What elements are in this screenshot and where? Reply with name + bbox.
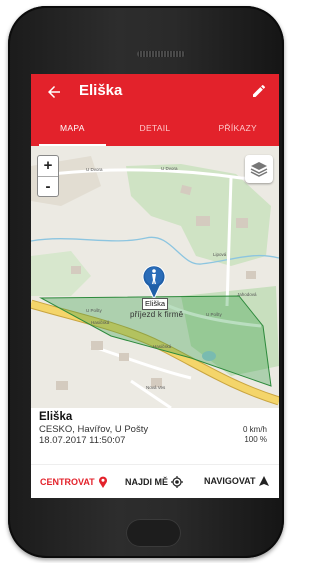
center-label: CENTROVAT	[40, 477, 95, 487]
back-arrow-icon[interactable]	[45, 83, 63, 101]
tab-mapa[interactable]: MAPA	[31, 114, 114, 146]
street-label: Lipová	[213, 252, 227, 257]
zoom-controls: + -	[37, 155, 59, 197]
center-button[interactable]: CENTROVAT	[40, 476, 108, 488]
edit-pencil-icon[interactable]	[251, 83, 267, 99]
street-label: U Pošty	[206, 312, 223, 317]
street-label: U Dvora	[161, 166, 178, 171]
street-label: Nová Ves	[146, 385, 166, 390]
layers-icon	[250, 162, 268, 177]
map-marker-icon	[98, 476, 107, 488]
device-speed: 0 km/h	[242, 425, 267, 434]
device-battery: 100 %	[244, 435, 267, 444]
map-view[interactable]: U Dvora U Dvora U Pošty U Pošty Hasičská…	[31, 146, 279, 408]
navigation-arrow-icon	[258, 476, 269, 486]
find-me-label: NAJDI MĚ	[125, 477, 169, 487]
crosshair-icon	[171, 476, 184, 488]
app-screen: Eliška MAPA DETAIL PŘÍKAZY U Dvora U Dvo…	[31, 74, 279, 498]
tab-bar: MAPA DETAIL PŘÍKAZY	[31, 114, 279, 146]
geofence-label: příjezd k firmě	[130, 310, 184, 319]
pin-label: Eliška	[142, 298, 169, 310]
street-label: Hasičská	[153, 344, 172, 349]
location-pin-icon[interactable]	[141, 264, 167, 300]
home-button[interactable]	[126, 519, 181, 547]
device-name: Eliška	[39, 411, 73, 423]
device-info-panel: Eliška CESKO, Havířov, U Pošty 18.07.201…	[31, 408, 279, 464]
action-bar: CENTROVAT NAJDI MĚ NAVIGOVAT	[31, 464, 279, 498]
zoom-out-button[interactable]: -	[38, 177, 58, 197]
speaker-grille	[137, 51, 185, 57]
device-timestamp: 18.07.2017 11:50:07	[39, 435, 126, 446]
device-address: CESKO, Havířov, U Pošty	[39, 424, 149, 435]
layers-button[interactable]	[245, 155, 273, 183]
tab-prikazy[interactable]: PŘÍKAZY	[196, 114, 279, 146]
navigate-label: NAVIGOVAT	[204, 476, 256, 486]
navigate-button[interactable]: NAVIGOVAT	[204, 476, 269, 486]
street-label: Jahodová	[237, 292, 257, 297]
find-me-button[interactable]: NAJDI MĚ	[125, 476, 184, 488]
tab-detail[interactable]: DETAIL	[114, 114, 197, 146]
page-title: Eliška	[79, 82, 123, 99]
street-label: U Dvora	[86, 167, 103, 172]
zoom-in-button[interactable]: +	[38, 156, 58, 177]
street-label: U Pošty	[86, 308, 103, 313]
app-bar: Eliška MAPA DETAIL PŘÍKAZY	[31, 74, 279, 146]
street-label: Hasičská	[91, 320, 110, 325]
